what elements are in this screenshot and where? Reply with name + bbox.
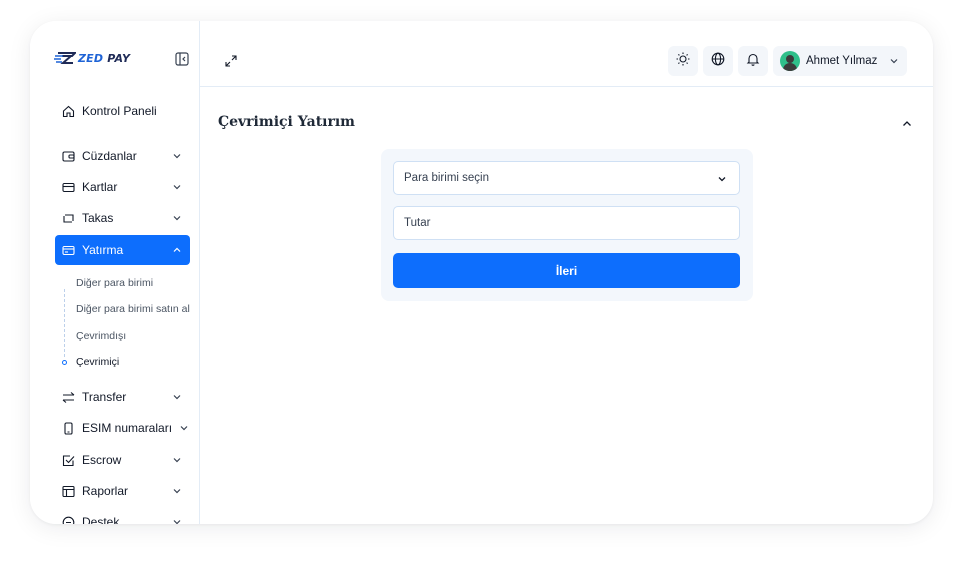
user-menu-button[interactable]: Ahmet Yılmaz (773, 46, 907, 76)
sidebar-item-label: Destek (82, 515, 120, 524)
user-name: Ahmet Yılmaz (806, 55, 878, 67)
sidebar-item-label: Cüzdanlar (82, 149, 137, 163)
avatar (780, 51, 800, 71)
sidebar-item-label: Yatırma (82, 243, 124, 257)
submenu-item-buy-other-currency[interactable]: Diğer para birimi satın al (76, 303, 190, 315)
sidebar-item-label: Escrow (82, 453, 122, 467)
sidebar-item-deposit[interactable]: Yatırma (55, 235, 190, 265)
notifications-button[interactable] (738, 46, 768, 76)
exchange-icon (62, 212, 75, 225)
chevron-up-icon[interactable] (901, 117, 913, 129)
chevron-down-icon (889, 56, 899, 66)
sidebar-item-label: Kartlar (82, 180, 118, 194)
sidebar-item-escrow[interactable]: Escrow (55, 445, 190, 475)
currency-select[interactable]: Para birimi seçin (393, 161, 740, 195)
sidebar-item-label: ESIM numaraları (82, 421, 173, 435)
wallet-icon (62, 150, 75, 163)
phone-icon (62, 421, 75, 435)
transfer-arrows-icon (62, 391, 75, 404)
sidebar-item-label: Raporlar (82, 484, 129, 498)
chevron-down-icon (172, 486, 182, 496)
bell-icon (746, 52, 760, 71)
checkbox-icon (62, 454, 75, 467)
topbar: Ahmet Yılmaz (200, 21, 933, 87)
chevron-up-icon (172, 245, 182, 255)
table-icon (62, 485, 75, 498)
zedpay-logo[interactable]: ZED PAY (54, 51, 130, 65)
chevron-down-icon (172, 392, 182, 402)
submenu-item-offline[interactable]: Çevrimdışı (76, 330, 126, 342)
home-icon (62, 105, 75, 118)
chevron-down-icon (172, 213, 182, 223)
currency-select-placeholder: Para birimi seçin (404, 172, 489, 184)
submenu-guide-line (64, 289, 65, 357)
logo-text: ZED PAY (78, 51, 131, 65)
submenu-item-other-currency[interactable]: Diğer para birimi (76, 277, 153, 289)
sidebar-item-wallets[interactable]: Cüzdanlar (55, 141, 190, 171)
sidebar-item-cards[interactable]: Kartlar (55, 172, 190, 202)
sidebar-item-label: Transfer (82, 390, 127, 404)
sidebar-item-label: Takas (82, 211, 114, 225)
sun-icon (676, 52, 690, 71)
deposit-form-card: Para birimi seçin İleri (381, 149, 753, 301)
globe-icon (711, 52, 725, 71)
sidebar-item-dashboard[interactable]: Kontrol Paneli (55, 96, 190, 126)
sidebar: ZED PAY Kontrol Paneli Cüzdanlar Kartlar… (30, 21, 200, 524)
credit-card-icon (62, 181, 75, 194)
amount-input[interactable] (393, 206, 740, 240)
sidebar-item-label: Kontrol Paneli (82, 104, 157, 118)
sidebar-item-support[interactable]: Destek (55, 507, 190, 524)
deposit-icon (62, 244, 75, 257)
chevron-down-icon (172, 182, 182, 192)
sidebar-item-esim[interactable]: ESIM numaraları (55, 413, 190, 443)
collapse-sidebar-icon[interactable] (175, 52, 189, 66)
logo-mark-icon (54, 52, 76, 64)
next-button[interactable]: İleri (393, 253, 740, 288)
sidebar-item-reports[interactable]: Raporlar (55, 476, 190, 506)
sidebar-item-exchange[interactable]: Takas (55, 203, 190, 233)
chevron-down-icon (172, 455, 182, 465)
page-title: Çevrimiçi Yatırım (218, 114, 355, 130)
chevron-down-icon (179, 423, 189, 433)
sidebar-item-transfer[interactable]: Transfer (55, 382, 190, 412)
chevron-down-icon (172, 517, 182, 524)
chevron-down-icon (717, 174, 727, 187)
expand-icon[interactable] (225, 54, 237, 67)
support-icon (62, 516, 75, 524)
active-submenu-dot (62, 360, 67, 365)
app-window: ZED PAY Kontrol Paneli Cüzdanlar Kartlar… (30, 21, 933, 524)
submenu-item-online[interactable]: Çevrimiçi (76, 356, 119, 368)
theme-toggle-button[interactable] (668, 46, 698, 76)
chevron-down-icon (172, 151, 182, 161)
language-button[interactable] (703, 46, 733, 76)
